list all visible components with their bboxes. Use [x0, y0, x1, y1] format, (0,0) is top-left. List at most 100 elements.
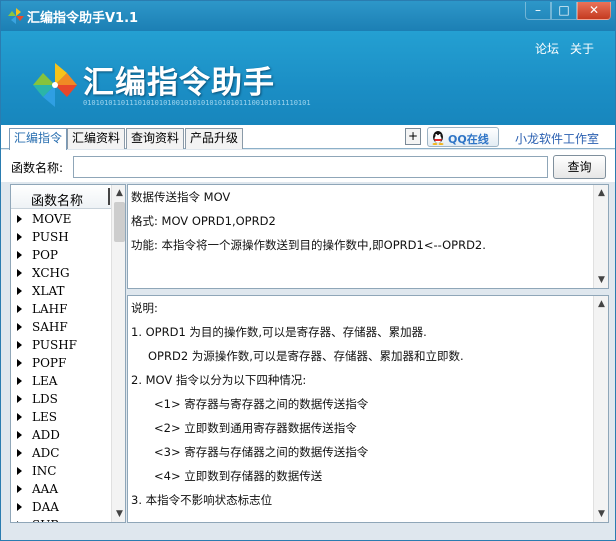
about-link[interactable]: 关于	[570, 40, 594, 57]
qq-online-label: QQ在线	[448, 133, 489, 146]
expand-arrow-icon[interactable]	[17, 269, 22, 277]
list-item-label: LDS	[32, 392, 58, 406]
scroll-down-icon[interactable]: ▼	[594, 506, 608, 522]
list-item[interactable]: LEA	[11, 372, 111, 390]
expand-arrow-icon[interactable]	[17, 287, 22, 295]
function-list[interactable]: 函数名称 MOVE PUSH POP XCHG XLAT LAHF SAHF PUSHF POP…	[10, 184, 126, 523]
list-item-label: LAHF	[32, 302, 68, 316]
tab-product-upgrade[interactable]: 产品升级	[185, 128, 244, 149]
list-item-label: SAHF	[32, 320, 68, 334]
search-row: 函数名称: 查询	[1, 150, 615, 182]
scroll-thumb[interactable]	[114, 202, 125, 242]
list-item[interactable]: PUSH	[11, 228, 111, 246]
expand-arrow-icon[interactable]	[17, 377, 22, 385]
list-column-header[interactable]: 函数名称	[11, 185, 111, 209]
list-item-label: XCHG	[32, 266, 70, 280]
desc-sub-3: <3> 寄存器与存储器之间的数据传送指令	[154, 445, 369, 459]
status-bar	[1, 527, 615, 540]
list-item[interactable]: MOVE	[11, 210, 111, 228]
list-item[interactable]: XLAT	[11, 282, 111, 300]
add-button[interactable]: +	[405, 128, 421, 145]
expand-arrow-icon[interactable]	[17, 359, 22, 367]
list-item[interactable]: ADD	[11, 426, 111, 444]
list-item[interactable]: POPF	[11, 354, 111, 372]
list-item[interactable]: LAHF	[11, 300, 111, 318]
list-item[interactable]: DAA	[11, 498, 111, 516]
app-banner: 论坛 关于 汇编指令助手 010101011011101010101001010…	[1, 31, 615, 125]
list-item-label: LEA	[32, 374, 58, 388]
instruction-info-panel: 数据传送指令 MOV 格式: MOV OPRD1,OPRD2 功能: 本指令将一…	[127, 184, 609, 289]
expand-arrow-icon[interactable]	[17, 323, 22, 331]
scroll-down-icon[interactable]: ▼	[594, 272, 608, 288]
qq-online-button[interactable]: QQ在线	[427, 127, 499, 147]
expand-arrow-icon[interactable]	[17, 521, 22, 522]
desc-line-4: 3. 本指令不影响状态标志位	[131, 493, 273, 507]
search-button[interactable]: 查询	[553, 155, 606, 179]
list-item-label: POPF	[32, 356, 67, 370]
expand-arrow-icon[interactable]	[17, 305, 22, 313]
studio-link[interactable]: 小龙软件工作室	[515, 130, 599, 147]
pinwheel-icon	[8, 8, 24, 24]
list-item-label: SUB	[32, 516, 59, 522]
window-title: 汇编指令助手V1.1	[27, 11, 139, 26]
expand-arrow-icon[interactable]	[17, 431, 22, 439]
expand-arrow-icon[interactable]	[17, 395, 22, 403]
expand-arrow-icon[interactable]	[17, 215, 22, 223]
pinwheel-logo-icon	[33, 63, 77, 107]
tab-query-materials[interactable]: 查询资料	[126, 128, 185, 149]
list-item[interactable]: ADC	[11, 444, 111, 462]
expand-arrow-icon[interactable]	[17, 413, 22, 421]
list-item[interactable]: POP	[11, 246, 111, 264]
scroll-up-icon[interactable]: ▲	[112, 185, 125, 201]
list-items: MOVE PUSH POP XCHG XLAT LAHF SAHF PUSHF POPF LEA L…	[11, 210, 111, 522]
expand-arrow-icon[interactable]	[17, 467, 22, 475]
list-item[interactable]: AAA	[11, 480, 111, 498]
list-item-label: INC	[32, 464, 57, 478]
list-item-label: AAA	[32, 482, 58, 496]
list-item[interactable]: XCHG	[11, 264, 111, 282]
scroll-up-icon[interactable]: ▲	[594, 185, 608, 201]
expand-arrow-icon[interactable]	[17, 503, 22, 511]
instruction-format: 格式: MOV OPRD1,OPRD2	[131, 214, 276, 228]
minimize-button[interactable]: –	[525, 2, 551, 20]
expand-arrow-icon[interactable]	[17, 233, 22, 241]
list-item[interactable]: SAHF	[11, 318, 111, 336]
list-item-label: ADC	[32, 446, 60, 460]
tab-asm-instructions[interactable]: 汇编指令	[9, 128, 68, 150]
list-item-label: MOVE	[32, 212, 72, 226]
list-item-label: LES	[32, 410, 57, 424]
scroll-up-icon[interactable]: ▲	[594, 296, 608, 312]
list-item[interactable]: PUSHF	[11, 336, 111, 354]
list-item-label: PUSH	[32, 230, 69, 244]
desc-line-2: OPRD2 为源操作数,可以是寄存器、存储器、累加器和立即数.	[148, 349, 464, 363]
desc-sub-4: <4> 立即数到存储器的数据传送	[154, 469, 323, 483]
title-bar: 汇编指令助手V1.1 – □ ✕	[1, 1, 615, 31]
instruction-title: 数据传送指令 MOV	[131, 190, 231, 204]
list-scrollbar[interactable]: ▲ ▼	[111, 185, 125, 522]
instruction-description-panel: 说明: 1. OPRD1 为目的操作数,可以是寄存器、存储器、累加器. OPRD…	[127, 295, 609, 523]
expand-arrow-icon[interactable]	[17, 485, 22, 493]
list-item-label: DAA	[32, 500, 59, 514]
tab-asm-materials[interactable]: 汇编资料	[67, 128, 126, 149]
desc-sub-2: <2> 立即数到通用寄存器数据传送指令	[154, 421, 357, 435]
close-button[interactable]: ✕	[577, 2, 611, 20]
info-scrollbar[interactable]: ▲ ▼	[593, 185, 608, 288]
list-item[interactable]: LES	[11, 408, 111, 426]
desc-scrollbar[interactable]: ▲ ▼	[593, 296, 608, 522]
scroll-down-icon[interactable]: ▼	[112, 506, 125, 522]
qq-penguin-icon	[432, 131, 444, 145]
list-item[interactable]: LDS	[11, 390, 111, 408]
search-input[interactable]	[73, 156, 548, 178]
maximize-button[interactable]: □	[551, 2, 577, 20]
column-divider	[108, 188, 110, 205]
desc-line-1: 1. OPRD1 为目的操作数,可以是寄存器、存储器、累加器.	[131, 325, 427, 339]
list-item[interactable]: SUB	[11, 516, 111, 522]
expand-arrow-icon[interactable]	[17, 251, 22, 259]
expand-arrow-icon[interactable]	[17, 449, 22, 457]
list-item-label: XLAT	[32, 284, 65, 298]
logo-title: 汇编指令助手	[83, 65, 275, 101]
expand-arrow-icon[interactable]	[17, 341, 22, 349]
desc-sub-1: <1> 寄存器与寄存器之间的数据传送指令	[154, 397, 369, 411]
list-item[interactable]: INC	[11, 462, 111, 480]
forum-link[interactable]: 论坛	[535, 40, 559, 57]
